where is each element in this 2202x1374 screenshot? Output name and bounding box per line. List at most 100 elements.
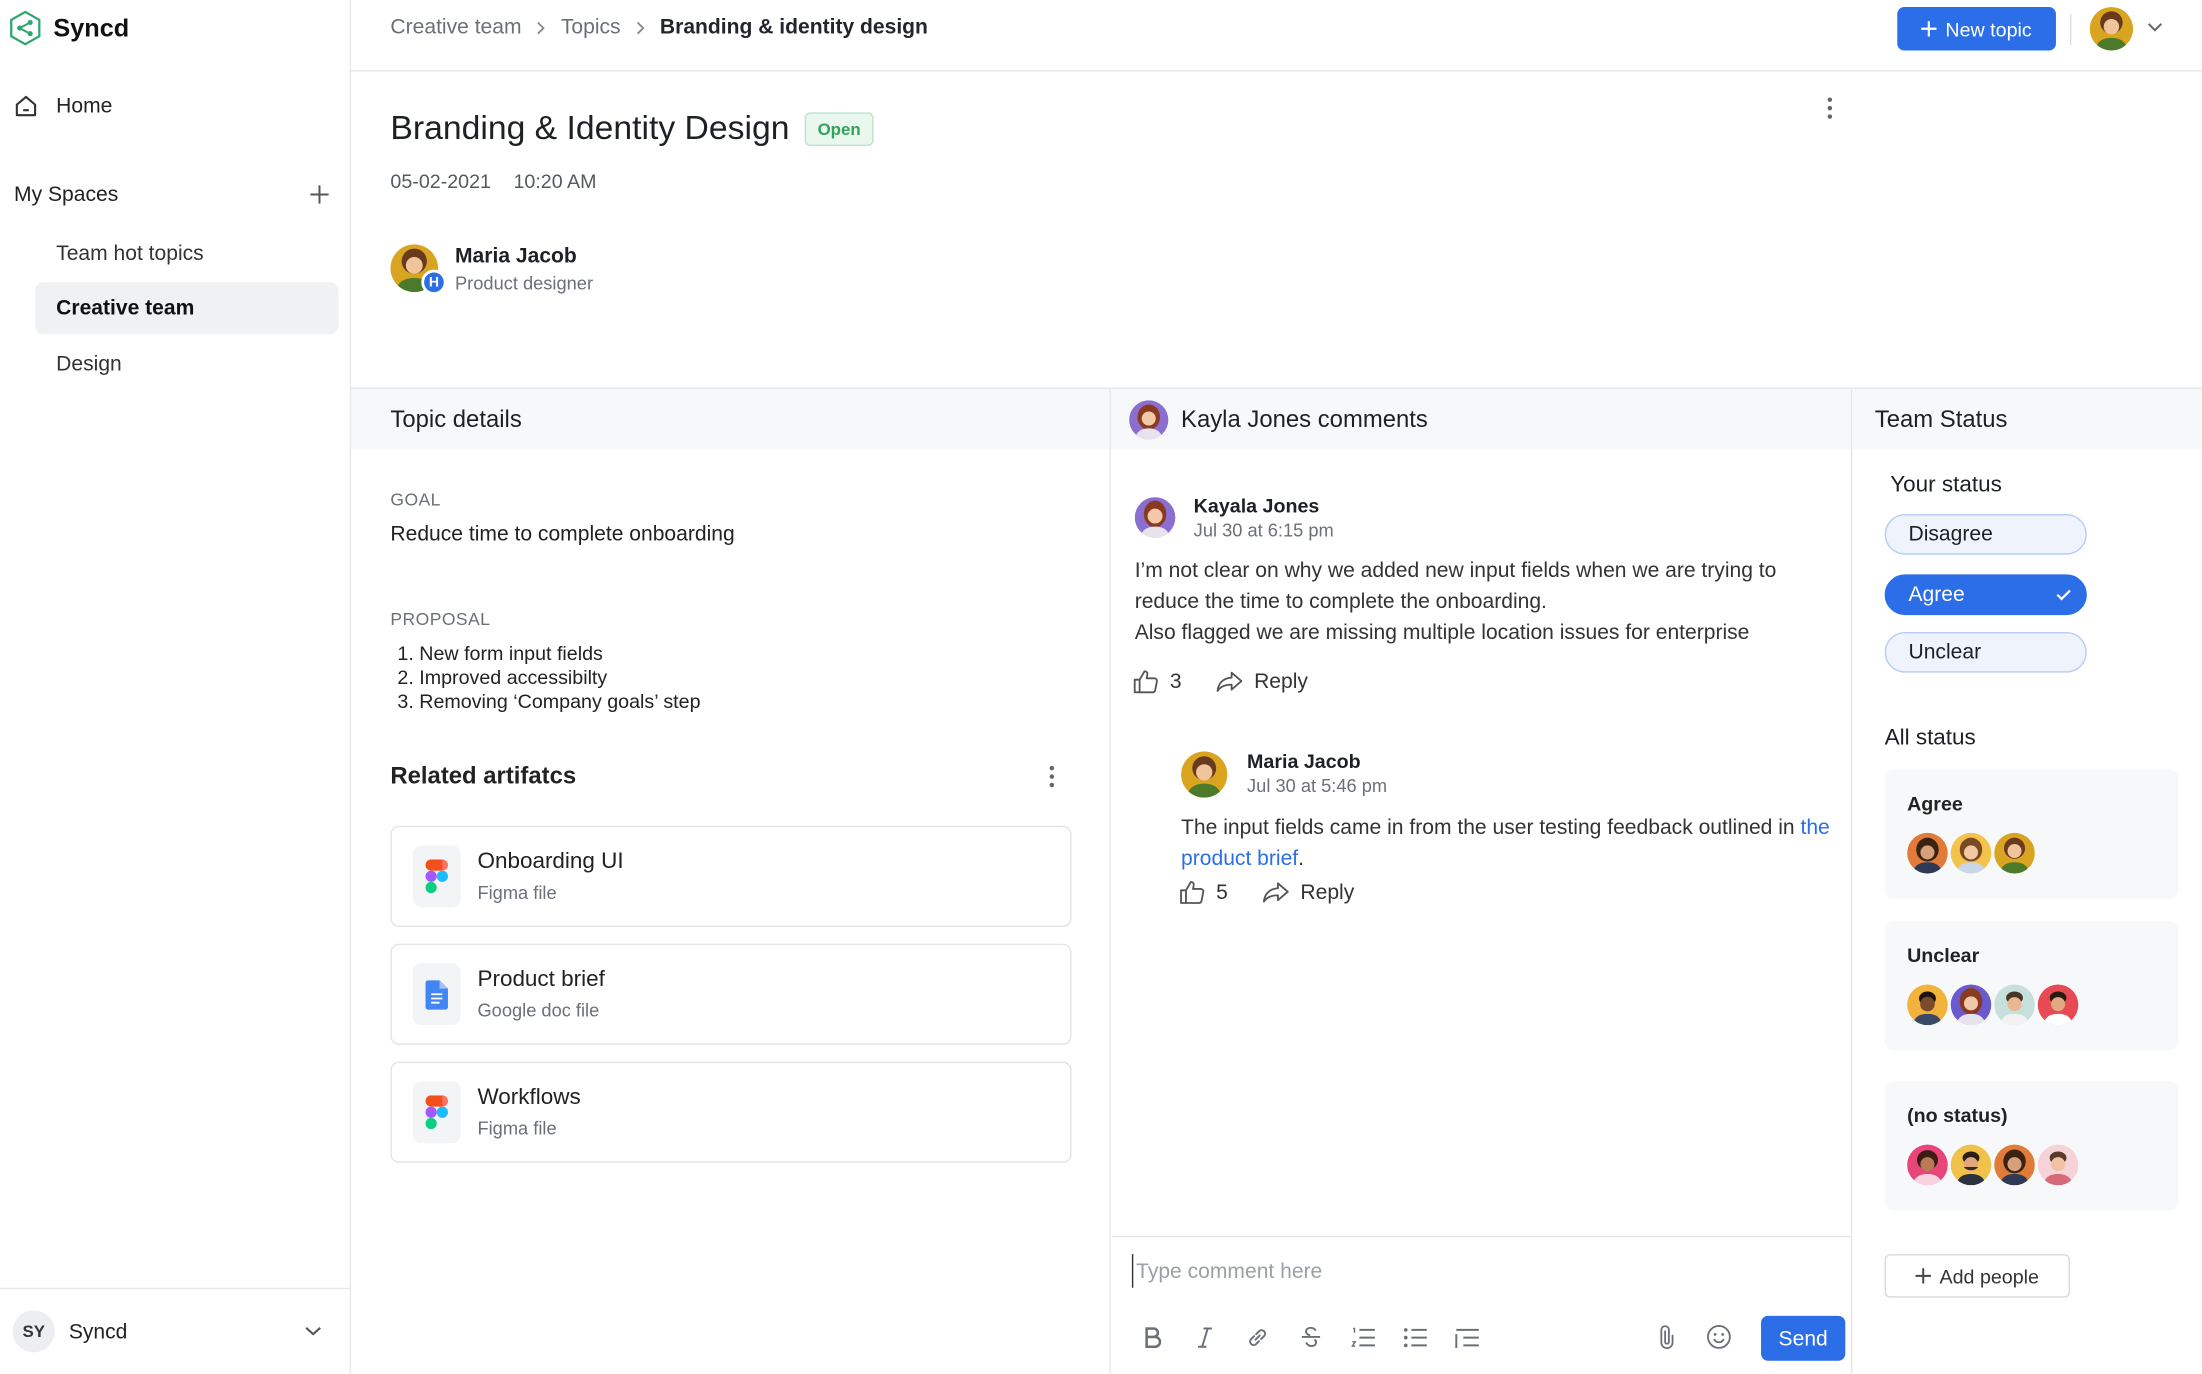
sidebar-item-team-hot-topics[interactable]: Team hot topics [35,228,338,280]
emoji-icon[interactable] [1702,1320,1736,1354]
avatar[interactable] [1994,1144,2035,1186]
add-people-button[interactable]: Add people [1884,1254,2070,1298]
divider [1112,1235,1851,1238]
artifact-title: Onboarding UI [477,849,624,874]
artifact-card-workflows[interactable]: Workflows Figma file [390,1061,1072,1163]
breadcrumb-creative-team[interactable]: Creative team [390,15,521,39]
workspace-switcher[interactable]: SY Syncd [0,1287,352,1374]
user-avatar[interactable] [2089,7,2134,51]
divider [1850,389,1853,1374]
page-title: Branding & Identity Design [390,109,790,148]
italic-icon[interactable] [1188,1320,1222,1354]
reply-icon [1262,882,1289,903]
reply-button[interactable]: Reply [1216,670,1308,694]
divider [1109,389,1111,1374]
sidebar-item-home[interactable]: Home [14,94,112,118]
status-group-no-status: (no status) [1884,1081,2179,1211]
like-button[interactable]: 5 [1180,880,1228,905]
avatar[interactable] [1907,1144,1948,1186]
logo-icon [8,10,42,47]
artifact-title: Product brief [477,967,605,992]
strikethrough-icon[interactable] [1293,1320,1327,1354]
chevron-down-icon [305,1326,322,1337]
link-icon[interactable] [1240,1320,1274,1354]
plus-icon [1921,21,1937,37]
avatar[interactable] [1950,832,1992,874]
bold-icon[interactable] [1136,1320,1170,1354]
status-option-unclear[interactable]: Unclear [1884,631,2087,673]
sidebar-item-design[interactable]: Design [35,338,338,390]
comment-input[interactable] [1131,1254,1835,1288]
topic-author[interactable]: H Maria Jacob Product designer [390,244,593,295]
list-item: 3. Removing ‘Company goals’ step [397,689,701,712]
team-status-title: Team Status [1874,405,2008,432]
send-button[interactable]: Send [1761,1315,1846,1361]
status-option-label: Agree [1908,582,1965,607]
comment-time: Jul 30 at 5:46 pm [1247,775,1388,797]
avatar[interactable] [1994,832,2035,874]
avatar[interactable] [2037,1144,2079,1186]
reply-icon [1216,671,1243,692]
author-badge: H [421,269,447,295]
topic-title-row: Branding & Identity Design Open [390,109,874,149]
avatar: H [390,244,447,295]
numbered-list-icon[interactable] [1347,1320,1381,1354]
plus-icon [1915,1268,1932,1284]
topic-details-title: Topic details [390,405,522,432]
artifact-card-onboarding-ui[interactable]: Onboarding UI Figma file [390,825,1072,927]
app-logo[interactable]: Syncd [8,10,129,47]
status-option-disagree[interactable]: Disagree [1884,513,2087,555]
new-topic-button[interactable]: New topic [1897,7,2056,51]
topic-details-header: Topic details [351,389,1110,450]
status-group-name: Unclear [1907,943,1980,967]
my-spaces-header: My Spaces [14,183,330,206]
comment-line: I’m not clear on why we added new input … [1134,558,1777,583]
artifact-subtitle: Google doc file [477,999,600,1021]
thumbs-up-icon [1133,670,1158,694]
avatar[interactable] [2037,984,2079,1026]
chevron-right-icon [536,20,547,34]
reply-button[interactable]: Reply [1262,880,1355,905]
goal-label: GOAL [390,490,441,510]
sidebar-item-label: Creative team [56,296,195,321]
avatar[interactable] [1950,1144,1992,1186]
avatar [1129,399,1169,439]
reply-label: Reply [1300,880,1355,905]
your-status-label: Your status [1890,473,2002,498]
status-group-name: Agree [1907,792,1963,815]
indent-list-icon[interactable] [1451,1320,1485,1354]
sidebar-item-creative-team[interactable]: Creative team [35,282,339,335]
comment-body: The input fields came in from the user t… [1181,813,1841,875]
status-option-label: Disagree [1908,522,1993,547]
all-status-label: All status [1884,726,1976,750]
artifact-subtitle: Figma file [477,1117,557,1139]
add-space-icon[interactable] [309,184,330,205]
more-options-icon[interactable] [1820,95,1840,120]
workspace-name: Syncd [68,1319,128,1344]
chevron-down-icon[interactable] [2147,22,2162,32]
comment-time: Jul 30 at 6:15 pm [1193,519,1334,541]
more-options-icon[interactable] [1042,764,1062,789]
comment-text: . [1298,846,1305,871]
comment-header: Maria Jacob Jul 30 at 5:46 pm [1247,750,1387,796]
avatar-group [1907,984,2156,1026]
figma-icon [412,1081,461,1144]
proposal-list: 1. New form input fields 2. Improved acc… [397,642,700,714]
like-button[interactable]: 3 [1133,670,1182,694]
avatar[interactable] [1950,984,1992,1026]
comment-author[interactable]: Maria Jacob [1247,750,1387,772]
avatar-group [1907,1144,2156,1186]
avatar[interactable] [1907,984,1948,1026]
like-count: 5 [1216,880,1228,905]
breadcrumb-topics[interactable]: Topics [561,15,621,39]
avatar[interactable] [1907,832,1948,874]
artifact-card-product-brief[interactable]: Product brief Google doc file [390,943,1072,1045]
comment-line: reduce the time to complete the onboardi… [1134,589,1547,614]
status-option-agree[interactable]: Agree [1884,574,2087,616]
attachment-icon[interactable] [1650,1320,1684,1354]
home-label: Home [56,94,113,118]
bullet-list-icon[interactable] [1399,1320,1433,1354]
avatar[interactable] [1994,984,2035,1026]
comment-author[interactable]: Kayala Jones [1194,494,1334,516]
team-status-header: Team Status [1852,389,2202,450]
